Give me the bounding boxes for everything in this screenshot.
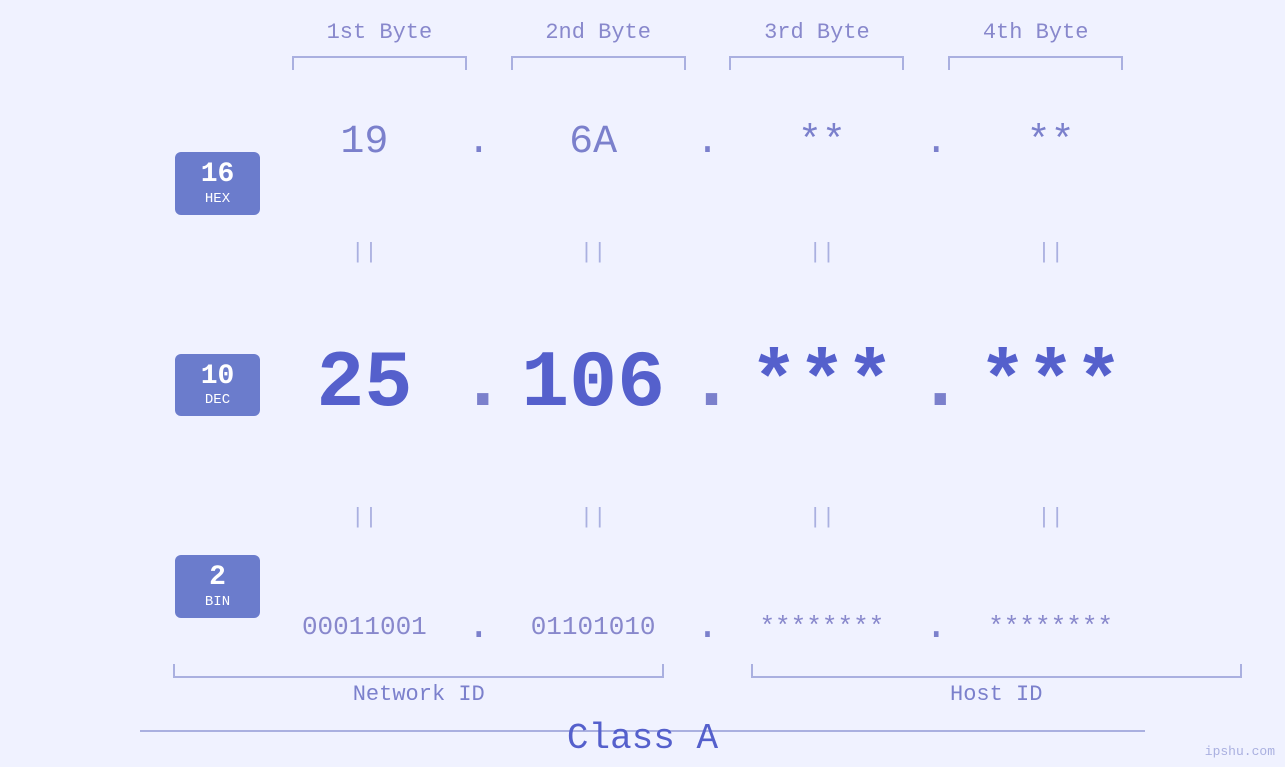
top-bracket-3 xyxy=(708,53,927,73)
bin-badge: 2 BIN xyxy=(175,555,260,618)
top-bracket-4 xyxy=(926,53,1145,73)
hex-dot-3: . xyxy=(916,120,956,165)
network-bracket xyxy=(173,664,664,678)
bracket-top-1 xyxy=(292,56,467,70)
bracket-top-4 xyxy=(948,56,1123,70)
bottom-labels: Network ID Host ID xyxy=(130,682,1285,707)
hex-row: 19 . 6A . ** . ** xyxy=(270,120,1145,165)
sep-2-2: || xyxy=(499,505,688,530)
sep-2-1: || xyxy=(270,505,459,530)
class-label: Class A xyxy=(0,718,1285,759)
byte-header-1: 1st Byte xyxy=(270,20,489,45)
bin-cell-4: ******** xyxy=(956,612,1145,642)
hex-cell-1: 19 xyxy=(270,120,459,165)
bin-dot-2: . xyxy=(688,605,728,650)
host-bracket xyxy=(751,664,1242,678)
network-id-label: Network ID xyxy=(353,682,485,707)
dec-badge: 10 DEC xyxy=(175,354,260,417)
dec-dot-2: . xyxy=(688,339,728,430)
watermark: ipshu.com xyxy=(1205,744,1275,759)
sep-1-3: || xyxy=(728,240,917,265)
bracket-top-2 xyxy=(511,56,686,70)
byte-header-3: 3rd Byte xyxy=(708,20,927,45)
sep-1-4: || xyxy=(956,240,1145,265)
sep-1-2: || xyxy=(499,240,688,265)
byte-headers: 1st Byte 2nd Byte 3rd Byte 4th Byte xyxy=(140,20,1145,45)
dec-row: 25 . 106 . *** . *** xyxy=(270,339,1145,430)
dec-cell-1: 25 xyxy=(270,339,459,430)
bin-cell-3: ******** xyxy=(728,612,917,642)
dec-dot-3: . xyxy=(916,339,956,430)
bottom-section: Network ID Host ID xyxy=(0,664,1285,707)
host-id-label: Host ID xyxy=(950,682,1042,707)
hex-cell-3: ** xyxy=(728,120,917,165)
bin-dot-3: . xyxy=(916,605,956,650)
dec-dot-1: . xyxy=(459,339,499,430)
sep-2-3: || xyxy=(728,505,917,530)
dec-cell-4: *** xyxy=(956,339,1145,430)
dec-cell-3: *** xyxy=(728,339,917,430)
bottom-brackets xyxy=(130,664,1285,678)
byte-header-2: 2nd Byte xyxy=(489,20,708,45)
network-label-area: Network ID xyxy=(130,682,708,707)
hex-badge: 16 HEX xyxy=(175,152,260,215)
dec-cell-2: 106 xyxy=(499,339,688,430)
hex-cell-4: ** xyxy=(956,120,1145,165)
byte-header-4: 4th Byte xyxy=(926,20,1145,45)
sep-row-1: || || || || xyxy=(270,240,1145,265)
hex-dot-1: . xyxy=(459,120,499,165)
bracket-top-3 xyxy=(729,56,904,70)
hex-dot-2: . xyxy=(688,120,728,165)
top-bracket-1 xyxy=(270,53,489,73)
bin-cell-2: 01101010 xyxy=(499,612,688,642)
bin-dot-1: . xyxy=(459,605,499,650)
hex-cell-2: 6A xyxy=(499,120,688,165)
bin-row: 00011001 . 01101010 . ******** . *******… xyxy=(270,605,1145,650)
bin-cell-1: 00011001 xyxy=(270,612,459,642)
top-brackets xyxy=(140,53,1145,73)
main-container: 1st Byte 2nd Byte 3rd Byte 4th Byte 16 H… xyxy=(0,0,1285,767)
top-bracket-2 xyxy=(489,53,708,73)
sep-1-1: || xyxy=(270,240,459,265)
sep-row-2: || || || || xyxy=(270,505,1145,530)
sep-2-4: || xyxy=(956,505,1145,530)
host-label-area: Host ID xyxy=(708,682,1285,707)
